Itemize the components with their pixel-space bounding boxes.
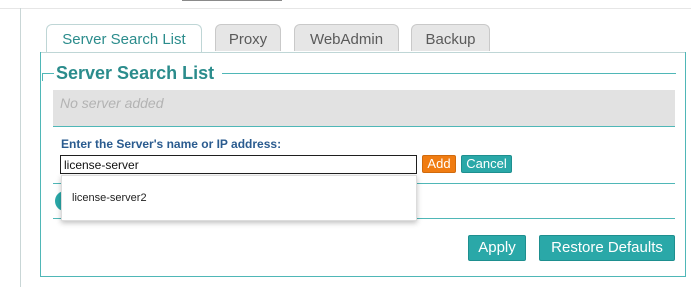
autocomplete-suggestion[interactable]: license-server2 bbox=[72, 192, 147, 204]
list-divider bbox=[53, 126, 675, 127]
tab-server-search-list[interactable]: Server Search List bbox=[46, 24, 202, 53]
add-button[interactable]: Add bbox=[422, 155, 456, 173]
fieldset-border-top-right bbox=[222, 73, 676, 74]
left-divider bbox=[20, 8, 21, 287]
section-legend: Server Search List bbox=[54, 63, 217, 83]
autocomplete-dropdown: license-server2 bbox=[61, 175, 417, 221]
settings-page: Server Search List Proxy WebAdmin Backup… bbox=[0, 0, 691, 287]
server-input-label: Enter the Server's name or IP address: bbox=[61, 137, 282, 151]
tab-proxy[interactable]: Proxy bbox=[215, 24, 281, 51]
server-name-input[interactable] bbox=[60, 155, 417, 174]
restore-defaults-button[interactable]: Restore Defaults bbox=[539, 235, 675, 261]
server-list-empty: No server added bbox=[53, 90, 675, 126]
top-divider bbox=[0, 8, 691, 9]
tab-backup[interactable]: Backup bbox=[411, 24, 490, 51]
fieldset-border-left bbox=[42, 73, 43, 81]
top-edge-fragment bbox=[182, 0, 282, 4]
cancel-button[interactable]: Cancel bbox=[461, 155, 512, 173]
fieldset-border-top-left bbox=[42, 73, 54, 74]
apply-button[interactable]: Apply bbox=[468, 235, 526, 261]
tab-webadmin[interactable]: WebAdmin bbox=[294, 24, 399, 51]
